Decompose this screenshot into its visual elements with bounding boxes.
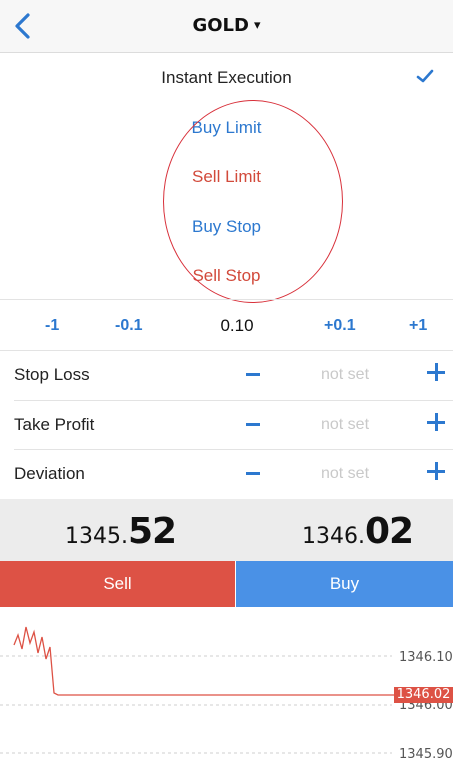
order-type-buy-limit[interactable]: Buy Limit [0,118,453,138]
volume-row: -1 -0.1 0.10 +0.1 +1 [0,300,453,350]
bid-price: 1345.52 [65,511,177,552]
stop-loss-input[interactable]: not set [300,366,390,384]
stop-loss-label: Stop Loss [14,365,90,384]
volume-plus-0-1-button[interactable]: +0.1 [324,317,356,335]
order-type-buy-stop[interactable]: Buy Stop [0,217,453,237]
take-profit-row: Take Profit not set [0,401,453,450]
bid-price-prefix: 1345. [65,524,128,549]
axis-tick-label: 1345.90 [399,747,453,762]
symbol-selector[interactable]: GOLD ▾ [0,15,453,36]
ask-price-pips: 02 [364,511,414,552]
take-profit-minus-icon[interactable] [246,423,260,426]
symbol-title: GOLD [192,15,249,36]
deviation-label: Deviation [14,464,85,483]
dropdown-caret-icon: ▾ [253,18,261,33]
order-type-list: Instant Execution Buy Limit Sell Limit B… [0,53,453,303]
ask-price-prefix: 1346. [302,524,365,549]
deviation-minus-icon[interactable] [246,472,260,475]
volume-minus-0-1-button[interactable]: -0.1 [115,317,143,335]
sell-button[interactable]: Sell [0,561,235,607]
volume-minus-1-button[interactable]: -1 [45,317,59,335]
top-bar: GOLD ▾ [0,0,453,53]
stop-loss-row: Stop Loss not set [0,351,453,400]
tick-chart-canvas [0,626,394,754]
take-profit-plus-icon[interactable] [427,413,445,431]
price-line [13,626,394,696]
bid-price-pips: 52 [127,511,177,552]
take-profit-input[interactable]: not set [300,416,390,434]
stop-loss-minus-icon[interactable] [246,373,260,376]
buy-button[interactable]: Buy [236,561,453,607]
deviation-input[interactable]: not set [300,465,390,483]
order-type-sell-stop[interactable]: Sell Stop [0,266,453,286]
quote-panel: 1345.52 1346.02 [0,499,453,561]
deviation-row: Deviation not set [0,450,453,499]
take-profit-label: Take Profit [14,415,95,434]
deviation-plus-icon[interactable] [427,462,445,480]
checkmark-icon [416,69,434,83]
order-type-sell-limit[interactable]: Sell Limit [0,167,453,187]
order-type-instant-execution[interactable]: Instant Execution [0,68,453,88]
axis-tick-label: 1346.10 [399,650,453,665]
volume-value[interactable]: 0.10 [207,316,267,336]
ask-price: 1346.02 [302,511,414,552]
current-price-tag: 1346.02 [394,687,453,703]
volume-plus-1-button[interactable]: +1 [409,317,427,335]
tick-chart: 1346.10 1346.00 1346.02 1345.90 [0,607,453,762]
stop-loss-plus-icon[interactable] [427,363,445,381]
